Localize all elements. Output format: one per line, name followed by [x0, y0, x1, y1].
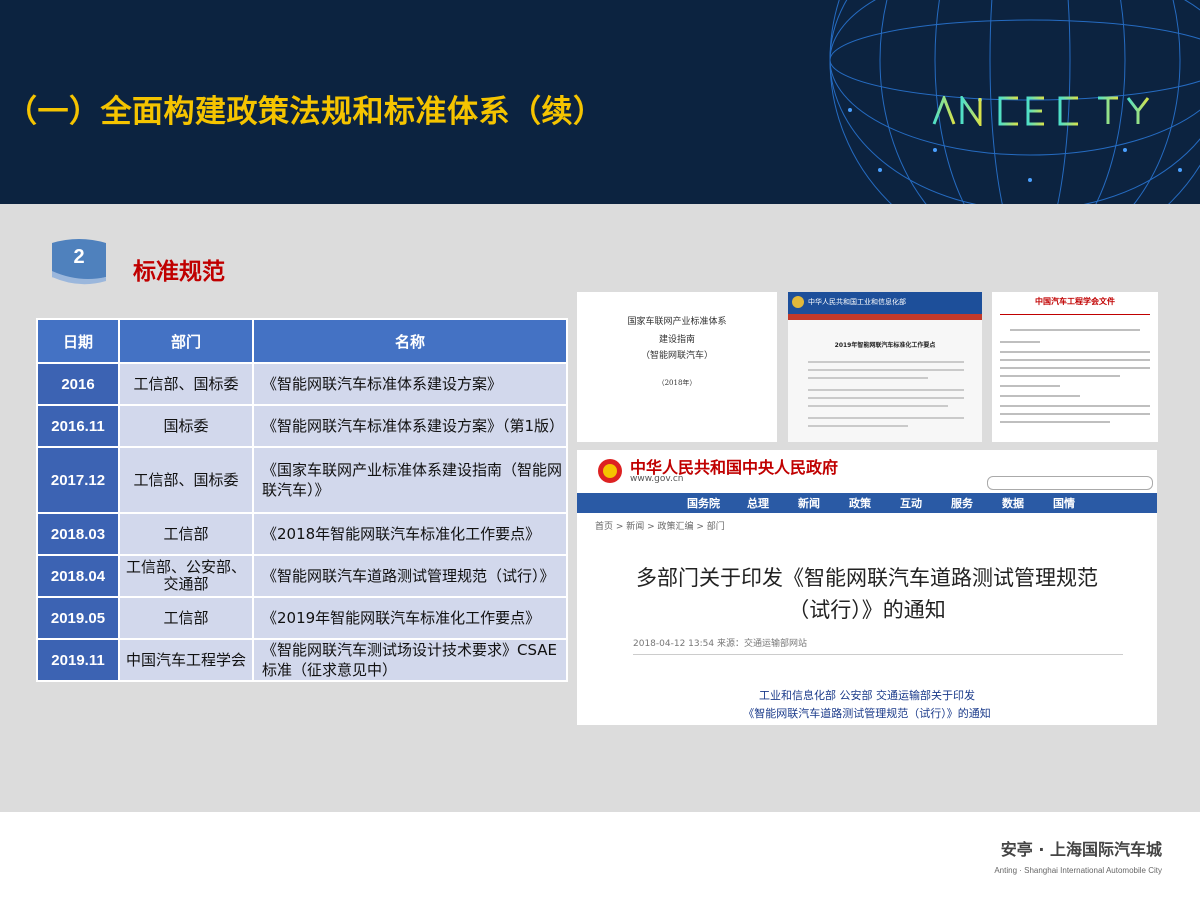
divider	[1000, 314, 1150, 315]
nav-item[interactable]: 国情	[1053, 495, 1075, 511]
table-row: 2016.11 国标委 《智能网联汽车标准体系建设方案》（第1版）	[38, 406, 566, 446]
csae-document-thumbnail: 中国汽车工程学会文件	[992, 292, 1158, 442]
text-lines-graphic	[808, 361, 964, 427]
section-number: 2	[73, 246, 85, 268]
gov-nav-bar: 国务院 总理 新闻 政策 互动 服务 数据 国情	[577, 493, 1157, 513]
gov-cn-screenshot: 中华人民共和国中央人民政府 www.gov.cn 国务院 总理 新闻 政策 互动…	[577, 450, 1157, 725]
department-cell: 工信部、公安部、交通部	[120, 556, 252, 596]
document-name-cell: 《2019年智能网联汽车标准化工作要点》	[254, 598, 566, 638]
document-name-cell: 《智能网联汽车道路测试管理规范（试行）》	[254, 556, 566, 596]
document-name-cell: 《智能网联汽车标准体系建设方案》（第1版）	[254, 406, 566, 446]
gov-body-line2: 《智能网联汽车道路测试管理规范（试行）》的通知	[743, 707, 991, 720]
document-name-cell: 《国家车联网产业标准体系建设指南（智能网联汽车）》	[254, 448, 566, 512]
doc-title-line: 国家车联网产业标准体系	[627, 317, 727, 327]
date-cell: 2018.03	[38, 514, 118, 554]
date-cell: 2019.11	[38, 640, 118, 680]
miit-document-thumbnail: 中华人民共和国工业和信息化部 2019年智能网联汽车标准化工作要点	[788, 292, 982, 442]
breadcrumb: 首页 > 新闻 > 政策汇编 > 部门	[595, 522, 725, 532]
footer-logo-cn: 安亭 · 上海国际汽车城	[1000, 840, 1162, 859]
nav-item[interactable]: 新闻	[798, 495, 820, 511]
column-header-name: 名称	[254, 320, 566, 362]
department-cell: 工信部	[120, 514, 252, 554]
gov-meta: 2018-04-12 13:54 来源：交通运输部网站	[633, 639, 807, 649]
date-cell: 2017.12	[38, 448, 118, 512]
document-name-cell: 《智能网联汽车标准体系建设方案》	[254, 364, 566, 404]
divider	[633, 654, 1123, 655]
department-cell: 工信部、国标委	[120, 364, 252, 404]
nav-item[interactable]: 政策	[849, 495, 871, 511]
content-area: 2 标准规范 日期 部门 名称 2016 工信部、国标委 《智能网联汽车标准体系…	[0, 204, 1200, 812]
slide-footer: 安亭 · 上海国际汽车城 Anting · Shanghai Internati…	[0, 812, 1200, 900]
table-row: 2016 工信部、国标委 《智能网联汽车标准体系建设方案》	[38, 364, 566, 404]
date-cell: 2018.04	[38, 556, 118, 596]
table-row: 2019.11 中国汽车工程学会 《智能网联汽车测试场设计技术要求》CSAE标准…	[38, 640, 566, 680]
standards-table: 日期 部门 名称 2016 工信部、国标委 《智能网联汽车标准体系建设方案》 2…	[36, 318, 568, 682]
nav-item[interactable]: 国务院	[687, 495, 720, 511]
search-input[interactable]	[987, 476, 1153, 490]
nav-item[interactable]: 总理	[747, 495, 769, 511]
column-header-department: 部门	[120, 320, 252, 362]
text-lines-graphic	[1000, 329, 1150, 423]
department-cell: 工信部	[120, 598, 252, 638]
csae-header: 中国汽车工程学会文件	[1035, 297, 1115, 306]
date-cell: 2016	[38, 364, 118, 404]
doc-year: （2018年）	[657, 379, 697, 387]
date-cell: 2016.11	[38, 406, 118, 446]
table-row: 2018.03 工信部 《2018年智能网联汽车标准化工作要点》	[38, 514, 566, 554]
gov-url: www.gov.cn	[630, 474, 684, 484]
department-cell: 工信部、国标委	[120, 448, 252, 512]
anice-city-logo	[932, 96, 1150, 126]
section-title: 标准规范	[133, 259, 225, 285]
miit-nav-bar	[788, 314, 982, 320]
document-name-cell: 《2018年智能网联汽车标准化工作要点》	[254, 514, 566, 554]
department-cell: 国标委	[120, 406, 252, 446]
miit-header-bar: 中华人民共和国工业和信息化部	[788, 292, 982, 314]
footer-logo-en: Anting · Shanghai International Automobi…	[994, 866, 1162, 875]
table-row: 2019.05 工信部 《2019年智能网联汽车标准化工作要点》	[38, 598, 566, 638]
doc-title-line: （智能网联汽车）	[640, 351, 713, 361]
slide-header: （一）全面构建政策法规和标准体系（续）	[0, 0, 1200, 204]
miit-header-text: 中华人民共和国工业和信息化部	[808, 298, 906, 306]
table-row: 2018.04 工信部、公安部、交通部 《智能网联汽车道路测试管理规范（试行）》	[38, 556, 566, 596]
document-name-cell: 《智能网联汽车测试场设计技术要求》CSAE标准（征求意见中）	[254, 640, 566, 680]
guide-document-thumbnail: 国家车联网产业标准体系 建设指南 （智能网联汽车） （2018年）	[577, 292, 777, 442]
department-cell: 中国汽车工程学会	[120, 640, 252, 680]
national-emblem-icon	[598, 459, 622, 483]
date-cell: 2019.05	[38, 598, 118, 638]
slide-title: （一）全面构建政策法规和标准体系（续）	[6, 94, 605, 130]
column-header-date: 日期	[38, 320, 118, 362]
gov-body-line1: 工业和信息化部 公安部 交通运输部关于印发	[759, 689, 975, 702]
nav-item[interactable]: 数据	[1002, 495, 1024, 511]
table-row: 2017.12 工信部、国标委 《国家车联网产业标准体系建设指南（智能网联汽车）…	[38, 448, 566, 512]
gov-headline-line2: （试行）》的通知	[788, 598, 946, 622]
doc-title-line: 建设指南	[658, 335, 695, 345]
miit-headline: 2019年智能网联汽车标准化工作要点	[834, 342, 936, 349]
emblem-icon	[792, 296, 804, 308]
nav-item[interactable]: 互动	[900, 495, 922, 511]
gov-headline-line1: 多部门关于印发《智能网联汽车道路测试管理规范	[636, 566, 1098, 590]
nav-item[interactable]: 服务	[951, 495, 973, 511]
